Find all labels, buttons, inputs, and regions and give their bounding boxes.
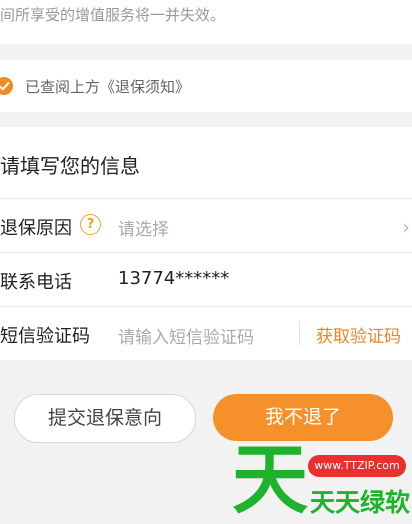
notice-text: 间所享受的增值服务将一并失效。 (0, 6, 226, 24)
sms-row: 短信验证码 请输入短信验证码 获取验证码 (0, 306, 412, 360)
phone-label: 联系电话 (0, 272, 72, 293)
get-code-button[interactable]: 获取验证码 (316, 322, 401, 347)
sms-code-input[interactable]: 请输入短信验证码 (118, 323, 254, 348)
notice-card: 间所享受的增值服务将一并失效。 (0, 0, 412, 44)
chevron-right-icon[interactable]: › (402, 215, 410, 239)
reason-label: 退保原因 (0, 218, 72, 239)
reason-select[interactable]: 请选择 (118, 215, 169, 240)
info-form: 请填写您的信息 退保原因 ? 请选择 › 联系电话 13774****** 短信… (0, 127, 412, 360)
form-title: 请填写您的信息 (0, 154, 140, 178)
keep-insurance-button[interactable]: 我不退了 (213, 394, 393, 441)
watermark-name: 天天绿软 (310, 488, 411, 517)
question-circle-icon[interactable]: ? (80, 214, 101, 235)
phone-value: 13774****** (118, 268, 230, 289)
agreement-label[interactable]: 已查阅上方《退保须知》 (25, 76, 190, 97)
watermark-url: www.TTZIP.com (308, 455, 406, 477)
reason-row[interactable]: 退保原因 ? 请选择 › (0, 198, 412, 252)
agreement-row[interactable]: 已查阅上方《退保须知》 (0, 60, 412, 112)
checkmark-icon[interactable] (0, 77, 13, 95)
phone-row: 联系电话 13774****** (0, 252, 412, 306)
watermark-glyph: 天 (232, 435, 308, 524)
sms-label: 短信验证码 (0, 326, 90, 347)
divider (299, 321, 300, 345)
submit-cancel-intent-button[interactable]: 提交退保意向 (14, 394, 196, 443)
